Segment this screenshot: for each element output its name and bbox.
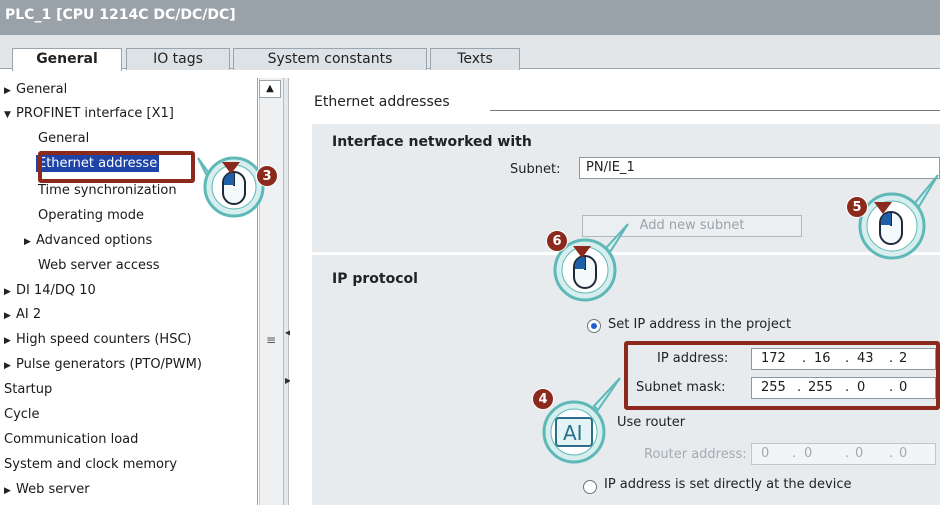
- tree-item-ai[interactable]: ▶ AI 2: [4, 307, 41, 331]
- expand-arrow-icon[interactable]: ▶: [24, 237, 36, 247]
- tree-item-label: Cycle: [4, 407, 40, 422]
- tree-item-advanced-options[interactable]: ▶ Advanced options: [24, 233, 152, 257]
- tree-item-label: General: [16, 82, 68, 97]
- step-5-callout: 5: [840, 170, 940, 270]
- set-ip-at-device-label: IP address is set directly at the device: [604, 477, 852, 492]
- text-input-icon: AI: [563, 421, 583, 445]
- ip-dot: .: [889, 446, 894, 461]
- tree-item-hsc[interactable]: ▶ High speed counters (HSC): [4, 332, 192, 356]
- expand-arrow-icon[interactable]: ▶: [4, 361, 16, 371]
- tree-item-communication-load[interactable]: Communication load: [4, 432, 138, 456]
- step-5-badge: 5: [846, 196, 868, 218]
- expand-arrow-icon[interactable]: ▶: [4, 287, 16, 297]
- window-title: PLC_1 [CPU 1214C DC/DC/DC]: [5, 7, 236, 23]
- interface-networked-title: Interface networked with: [332, 134, 532, 150]
- expand-arrow-icon[interactable]: ▶: [4, 311, 16, 321]
- window-titlebar: PLC_1 [CPU 1214C DC/DC/DC]: [0, 0, 940, 35]
- ip-dot: .: [845, 446, 850, 461]
- scroll-grip-icon[interactable]: ≡: [266, 333, 276, 347]
- step-6-callout: 6: [540, 222, 650, 304]
- step-3-badge: 3: [256, 165, 278, 187]
- set-ip-in-project-radio[interactable]: [587, 319, 601, 333]
- scroll-up-arrow-icon[interactable]: ▲: [259, 80, 281, 98]
- properties-tabstrip: General IO tags System constants Texts: [0, 35, 940, 71]
- tree-item-label: Pulse generators (PTO/PWM): [16, 357, 202, 372]
- tree-item-general[interactable]: ▶ General: [4, 82, 67, 106]
- tree-item-time-synchronization[interactable]: Time synchronization: [38, 183, 177, 207]
- tree-item-label: AI 2: [16, 307, 42, 322]
- section-divider: [490, 110, 940, 111]
- router-octet-2: 0: [804, 446, 813, 461]
- tree-item-label: Web server: [16, 482, 90, 497]
- tab-system-constants[interactable]: System constants: [233, 48, 427, 70]
- tab-general[interactable]: General: [12, 48, 122, 71]
- tree-item-label: DI 14/DQ 10: [16, 283, 96, 298]
- ip-protocol-title: IP protocol: [332, 271, 418, 287]
- subnet-label: Subnet:: [510, 162, 561, 177]
- tree-item-label: Advanced options: [36, 233, 153, 248]
- set-ip-at-device-radio[interactable]: [583, 480, 597, 494]
- router-octet-4: 0: [899, 446, 908, 461]
- ip-fields-highlight-frame: [624, 341, 940, 410]
- tree-item-label: Communication load: [4, 432, 139, 447]
- tab-texts[interactable]: Texts: [430, 48, 520, 70]
- expand-arrow-icon[interactable]: ▶: [4, 486, 16, 496]
- tree-item-di-dq[interactable]: ▶ DI 14/DQ 10: [4, 283, 96, 307]
- tree-item-label: Startup: [4, 382, 53, 397]
- tree-item-label: System and clock memory: [4, 457, 178, 472]
- tree-item-pulse-generators[interactable]: ▶ Pulse generators (PTO/PWM): [4, 357, 202, 381]
- tab-io-tags[interactable]: IO tags: [126, 48, 230, 70]
- tree-item-operating-mode[interactable]: Operating mode: [38, 208, 144, 232]
- ip-dot: .: [792, 446, 797, 461]
- collapse-arrow-icon[interactable]: ▼: [4, 110, 16, 120]
- step-4-badge: 4: [532, 388, 554, 410]
- tree-item-web-server-access[interactable]: Web server access: [38, 258, 160, 282]
- router-octet-3: 0: [855, 446, 864, 461]
- tree-item-cycle[interactable]: Cycle: [4, 407, 40, 431]
- step-4-callout: AI 4: [530, 372, 630, 468]
- tree-item-system-clock-memory[interactable]: System and clock memory: [4, 457, 177, 481]
- router-octet-1: 0: [761, 446, 770, 461]
- tree-item-label: High speed counters (HSC): [16, 332, 192, 347]
- expand-arrow-icon[interactable]: ▶: [4, 86, 16, 96]
- expand-arrow-icon[interactable]: ▶: [4, 336, 16, 346]
- set-ip-in-project-label: Set IP address in the project: [608, 317, 792, 332]
- step-3-callout: 3: [180, 138, 290, 218]
- step-6-badge: 6: [546, 230, 568, 252]
- tree-item-label: General: [38, 131, 90, 146]
- tree-item-web-server[interactable]: ▶ Web server: [4, 482, 90, 505]
- tree-item-label: PROFINET interface [X1]: [16, 106, 174, 121]
- router-address-input[interactable]: 0 . 0 . 0 . 0: [751, 443, 936, 465]
- tree-item-startup[interactable]: Startup: [4, 382, 52, 406]
- tree-item-label: Time synchronization: [38, 183, 177, 198]
- router-address-label: Router address:: [644, 447, 747, 462]
- tree-item-profinet-interface[interactable]: ▼ PROFINET interface [X1]: [4, 106, 174, 130]
- selection-highlight-frame: [38, 151, 195, 183]
- section-title: Ethernet addresses: [314, 94, 450, 110]
- tree-item-label: Operating mode: [38, 208, 144, 223]
- tree-item-label: Web server access: [38, 258, 160, 273]
